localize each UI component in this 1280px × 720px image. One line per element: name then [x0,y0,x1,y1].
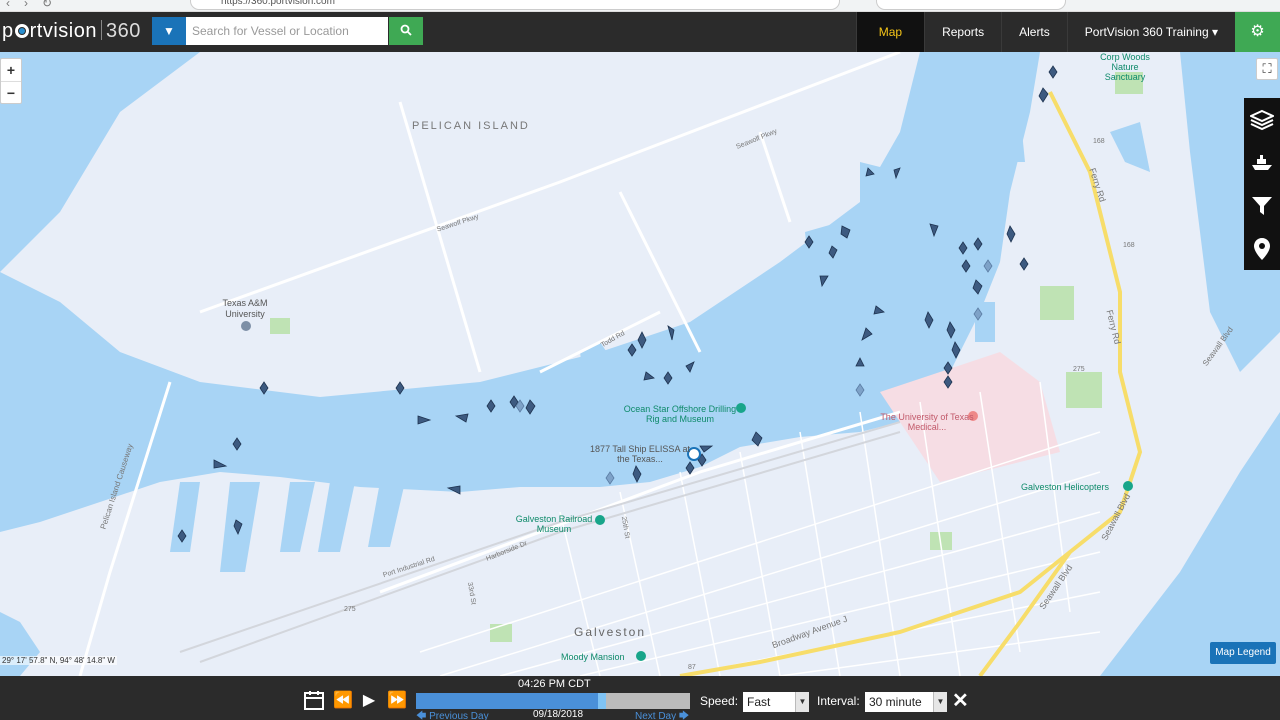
speed-value: Fast [747,695,771,709]
settings-button[interactable]: ⚙ [1235,12,1280,52]
app-window: ‹›↻ https://360.portvision.com p rtvision… [0,0,1280,720]
label-tall-ship: 1877 Tall Ship ELISSA at the Texas... [590,444,690,464]
map-pin-icon [1254,237,1270,260]
park-2 [1066,372,1102,408]
label-tamu: Texas A&M University [222,298,268,319]
browser-search-box[interactable] [876,0,1066,10]
nav-account-menu[interactable]: PortVision 360 Training ▾ [1066,12,1235,52]
close-playback-button[interactable]: ✕ [952,688,969,713]
cursor-coordinates: 29° 17' 57.8" N, 94° 48' 14.8" W [0,656,117,665]
playback-date: 09/18/2018 [533,709,584,720]
previous-day-link[interactable]: 🡄 Previous Day [416,709,489,720]
water-pond-1 [1110,122,1150,172]
label-galveston: Galveston [574,625,647,639]
rewind-button[interactable]: ⏪ [331,690,355,712]
vessels-button[interactable] [1244,141,1280,184]
next-day-link[interactable]: Next Day 🡆 [635,709,689,720]
ship-icon [1252,154,1272,170]
filter-icon [1252,196,1272,215]
interval-value: 30 minute [869,695,922,709]
label-railroad-museum: Galveston Railroad Museum [515,514,593,534]
fullscreen-button[interactable]: ⛶ [1256,58,1278,80]
layers-button[interactable] [1244,98,1280,141]
label-ocean-star: Ocean Star Offshore Drilling Rig and Mus… [623,404,737,424]
timeline-slider[interactable] [416,693,690,709]
timeline-thumb[interactable] [598,693,607,709]
map-base-layer [0,52,1280,676]
calendar-icon [304,691,324,710]
chevron-down-icon: ▼ [163,24,175,38]
search-icon [400,24,412,36]
park-1 [1040,286,1074,320]
zoom-control: + − [0,58,22,104]
search-button[interactable] [389,17,423,45]
water-pier-3 [280,482,315,552]
shield-275-a: 275 [1073,366,1085,373]
filter-button[interactable] [1244,184,1280,227]
logo-o-icon [14,24,29,38]
nav-map[interactable]: Map [855,12,925,52]
top-navbar: p rtvision 360 ▼ Map Reports Alerts PortVi… [0,12,1280,52]
water-pier-4 [318,482,355,552]
label-pelican-island: PELICAN ISLAND [412,120,530,132]
interval-label: Interval: [817,694,860,708]
shield-275-b: 275 [344,606,356,613]
map-tool-panel [1244,98,1280,270]
chevron-down-icon: ▼ [933,692,947,712]
water-pier-5 [368,482,405,547]
playback-bar: 04:26 PM CDT ⏪ ▶ ⏩ 🡄 Previous Day 09/18/… [0,676,1280,720]
label-moody-mansion: Moody Mansion [561,652,625,662]
layers-icon [1250,109,1274,130]
road-3 [758,131,792,223]
timeline-progress [416,693,603,709]
shield-87: 87 [688,664,696,671]
locations-button[interactable] [1244,227,1280,270]
fast-forward-button[interactable]: ⏩ [385,690,409,712]
logo-number: 360 [105,20,141,42]
fast-forward-icon: ⏩ [387,692,407,709]
rewind-icon: ⏪ [333,692,353,709]
logo-text-b: rtvision [29,20,97,42]
label-corps-woods: Corp Woods Nature Sanctuary [1100,52,1150,82]
shield-168-a: 168 [1093,138,1105,145]
main-nav: Map Reports Alerts PortVision 360 Traini… [855,12,1235,52]
chevron-down-icon: ▼ [795,692,809,712]
logo-text-a: p [2,20,14,42]
calendar-button[interactable] [302,690,326,712]
fullscreen-icon: ⛶ [1262,61,1272,76]
nav-reports[interactable]: Reports [924,12,1001,52]
label-utmb: The University of Texas Medical... [880,412,974,432]
close-icon: ✕ [952,690,969,712]
park-4 [490,624,512,642]
address-bar[interactable]: https://360.portvision.com [190,0,840,10]
speed-label: Speed: [700,694,739,708]
water-sw [0,612,40,676]
nav-alerts[interactable]: Alerts [1001,12,1067,52]
speed-select[interactable]: Fast ▼ [743,692,809,712]
vessel-search-input[interactable] [186,17,388,45]
gear-icon: ⚙ [1250,23,1265,40]
label-helicopters: Galveston Helicopters [1021,482,1110,492]
play-icon: ▶ [362,692,376,709]
map-legend-button[interactable]: Map Legend [1210,642,1276,664]
water-gulf [1100,412,1280,676]
playback-time: 04:26 PM CDT [518,678,591,690]
road-2 [618,191,702,353]
portvision-logo[interactable]: p rtvision 360 [2,20,141,43]
map-canvas[interactable]: PELICAN ISLAND Seawolf Pkwy Seawolf Pkwy… [0,52,1280,676]
zoom-out-button[interactable]: − [1,81,21,103]
shield-168-b: 168 [1123,242,1135,249]
water-pier-1 [170,482,200,552]
browser-nav-buttons[interactable]: ‹›↻ [6,0,66,10]
play-button[interactable]: ▶ [357,690,381,712]
interval-select[interactable]: 30 minute ▼ [865,692,947,712]
water-west-bay [0,52,200,272]
park-6 [270,318,290,334]
search-type-dropdown[interactable]: ▼ [152,17,186,45]
browser-chrome: ‹›↻ https://360.portvision.com [0,0,1280,12]
zoom-in-button[interactable]: + [1,59,21,81]
